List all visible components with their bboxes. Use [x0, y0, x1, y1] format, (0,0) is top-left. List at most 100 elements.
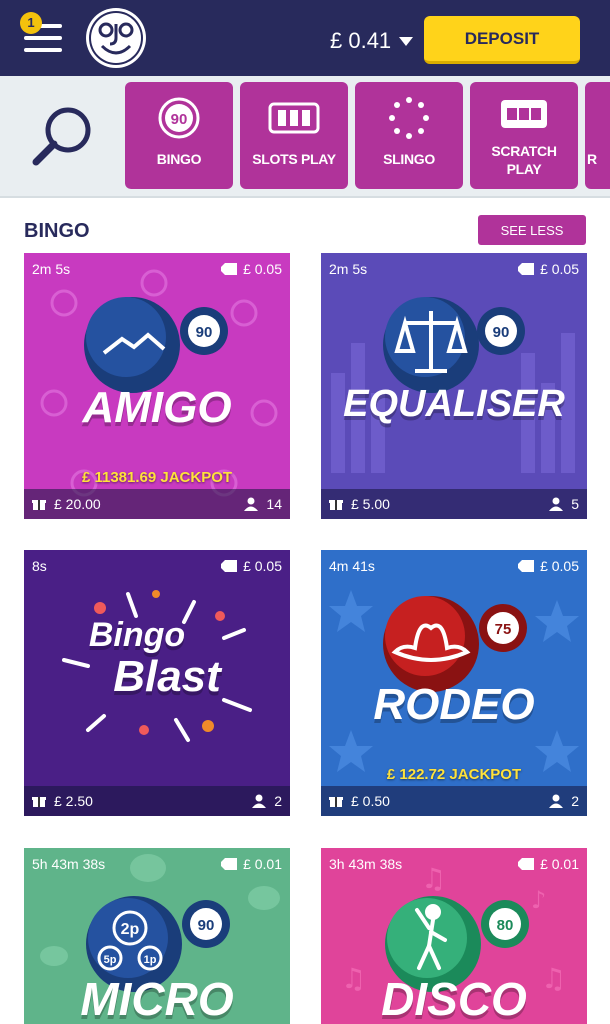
- ticket-price-value: £ 0.01: [243, 856, 282, 872]
- hamburger-line: [24, 48, 62, 52]
- game-title: EQUALISER: [343, 383, 565, 425]
- game-tile-disco[interactable]: ♫ ♫ ♫ ♪ 80 DISCO 3h 43m 38s £ 0.01: [321, 848, 587, 1024]
- players-count: 2: [274, 793, 282, 809]
- category-label: SCRATCH PLAY: [491, 143, 557, 177]
- gift-icon: [329, 797, 343, 807]
- players: 14: [244, 496, 282, 512]
- game-title-line2: Blast: [113, 652, 221, 701]
- category-slots-play[interactable]: SLOTS PLAY: [240, 82, 348, 189]
- game-tile-equaliser[interactable]: 90 EQUALISER 2m 5s £ 0.05 £ 5.00 5: [321, 253, 587, 519]
- game-tile-bingo-blast[interactable]: Bingo Blast 8s £ 0.05 £ 2.50 2: [24, 550, 290, 816]
- ticket-price: £ 0.05: [221, 558, 282, 574]
- svg-text:1p: 1p: [144, 954, 157, 966]
- prize-value: £ 20.00: [54, 496, 101, 512]
- tile-footer: £ 20.00 14: [24, 489, 290, 519]
- game-title: AMIGO: [82, 383, 232, 432]
- players-count: 14: [266, 496, 282, 512]
- ticket-price: £ 0.05: [518, 261, 579, 277]
- game-tile-amigo[interactable]: 90 AMIGO 2m 5s £ 0.05 £ 11381.69 JACKPOT…: [24, 253, 290, 519]
- category-partial[interactable]: R: [585, 82, 610, 189]
- countdown-timer: 4m 41s: [329, 558, 375, 574]
- svg-text:90: 90: [198, 917, 215, 934]
- tile-footer: £ 2.50 2: [24, 786, 290, 816]
- category-label: R: [587, 151, 597, 167]
- prize-value: £ 2.50: [54, 793, 93, 809]
- ticket-icon: [518, 858, 535, 870]
- ticket-icon: [518, 263, 535, 275]
- balance-dropdown[interactable]: £ 0.41: [330, 28, 414, 54]
- svg-text:5p: 5p: [104, 954, 117, 966]
- ticket-icon: [221, 560, 238, 572]
- user-icon: [244, 497, 259, 511]
- ticket-price: £ 0.05: [518, 558, 579, 574]
- category-label: SLOTS PLAY: [252, 151, 336, 167]
- slingo-ring-icon: [355, 96, 463, 140]
- ticket-icon: [518, 560, 535, 572]
- countdown-timer: 3h 43m 38s: [329, 856, 403, 872]
- bingo-ball-icon: 90: [125, 96, 233, 140]
- ticket-price-value: £ 0.05: [243, 261, 282, 277]
- gift-icon: [329, 500, 343, 510]
- jackpot-amount: £ 11381.69 JACKPOT: [81, 469, 233, 486]
- prize: £ 0.50: [329, 793, 390, 809]
- caret-down-icon: [399, 36, 414, 46]
- svg-text:80: 80: [497, 917, 514, 934]
- game-title: DISCO: [381, 973, 527, 1024]
- players-count: 5: [571, 496, 579, 512]
- category-slingo[interactable]: SLINGO: [355, 82, 463, 189]
- game-title-line1: Bingo: [88, 616, 186, 654]
- game-title: MICRO: [80, 973, 234, 1024]
- game-title: RODEO: [373, 680, 535, 729]
- ticket-price-value: £ 0.05: [540, 261, 579, 277]
- jackpot-amount: £ 122.72 JACKPOT: [386, 766, 522, 783]
- category-scratch-play[interactable]: SCRATCH PLAY: [470, 82, 578, 189]
- countdown-timer: 2m 5s: [32, 261, 71, 277]
- gift-icon: [32, 797, 46, 807]
- prize: £ 2.50: [32, 793, 93, 809]
- tile-footer: £ 5.00 5: [321, 489, 587, 519]
- svg-text:90: 90: [196, 324, 213, 341]
- slot-reels-icon: [240, 96, 348, 140]
- svg-text:90: 90: [171, 111, 188, 128]
- ojo-logo[interactable]: [84, 6, 148, 70]
- category-bingo[interactable]: 90 BINGO: [125, 82, 233, 189]
- gift-icon: [32, 500, 46, 510]
- search-icon: [32, 107, 91, 166]
- category-label: BINGO: [156, 151, 202, 167]
- players-count: 2: [571, 793, 579, 809]
- category-label: SLINGO: [383, 151, 435, 167]
- ticket-price: £ 0.05: [221, 261, 282, 277]
- players: 2: [252, 793, 282, 809]
- ticket-price: £ 0.01: [518, 856, 579, 872]
- ticket-price-value: £ 0.05: [243, 558, 282, 574]
- see-less-button[interactable]: SEE LESS: [478, 215, 586, 245]
- user-icon: [549, 794, 564, 808]
- prize-value: £ 5.00: [351, 496, 390, 512]
- countdown-timer: 5h 43m 38s: [32, 856, 106, 872]
- svg-text:75: 75: [495, 621, 512, 638]
- ticket-icon: [221, 858, 238, 870]
- countdown-timer: 2m 5s: [329, 261, 368, 277]
- svg-text:90: 90: [493, 324, 510, 341]
- players: 2: [549, 793, 579, 809]
- ticket-icon: [221, 263, 238, 275]
- prize: £ 5.00: [329, 496, 390, 512]
- ticket-price-value: £ 0.05: [540, 558, 579, 574]
- section-title: BINGO: [24, 220, 90, 242]
- svg-text:♫: ♫: [421, 862, 446, 895]
- svg-text:♪: ♪: [531, 886, 546, 914]
- hamburger-line: [24, 36, 62, 40]
- prize: £ 20.00: [32, 496, 101, 512]
- ticket-price: £ 0.01: [221, 856, 282, 872]
- game-tile-micro[interactable]: 2p 5p 1p 90 MICRO 5h 43m 38s £ 0.01: [24, 848, 290, 1024]
- svg-text:2p: 2p: [121, 921, 140, 938]
- menu-button[interactable]: 1: [20, 12, 64, 58]
- deposit-button[interactable]: DEPOSIT: [424, 16, 580, 64]
- notification-badge: 1: [20, 12, 42, 34]
- ticket-price-value: £ 0.01: [540, 856, 579, 872]
- game-tile-rodeo[interactable]: 75 RODEO 4m 41s £ 0.05 £ 122.72 JACKPOT …: [321, 550, 587, 816]
- search-button[interactable]: [22, 98, 102, 178]
- user-icon: [252, 794, 267, 808]
- countdown-timer: 8s: [32, 558, 47, 574]
- user-icon: [549, 497, 564, 511]
